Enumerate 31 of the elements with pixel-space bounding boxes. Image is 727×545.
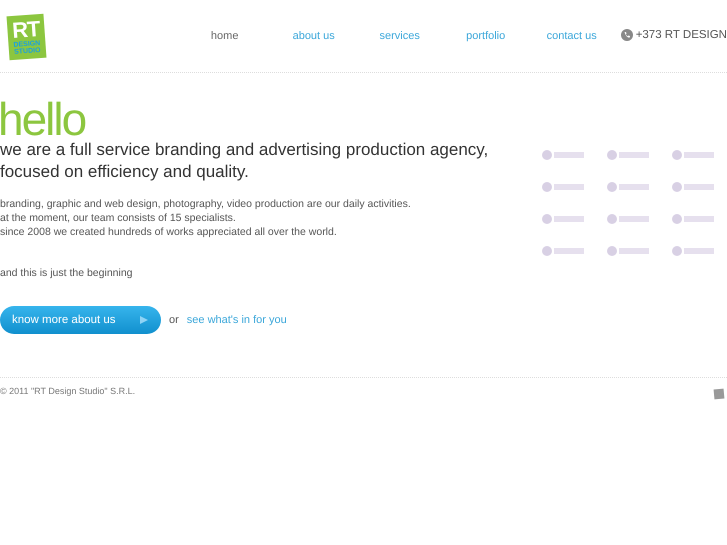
client-logo[interactable] <box>670 212 714 226</box>
client-logo[interactable] <box>540 148 584 162</box>
play-icon <box>139 315 149 325</box>
nav-link[interactable]: about us <box>272 30 355 42</box>
client-logo[interactable] <box>540 244 584 258</box>
client-logo[interactable] <box>540 180 584 194</box>
nav-link[interactable]: services <box>358 30 441 42</box>
client-logo[interactable] <box>540 212 584 226</box>
client-logo[interactable] <box>670 148 714 162</box>
phone-number: +373 RT DESIGN <box>636 29 727 41</box>
logo-icon <box>713 388 725 400</box>
client-logo[interactable] <box>606 148 650 162</box>
greeting-heading: hello <box>0 99 86 139</box>
body-text: since 2008 we created hundreds of works appreciated all over the world. <box>0 225 338 239</box>
copyright-text: © 2011 "RT Design Studio" S.R.L. <box>0 386 136 398</box>
client-logo[interactable] <box>606 180 650 194</box>
nav-link[interactable]: home <box>194 30 255 42</box>
see-more-link[interactable]: see what's in for you <box>186 314 287 326</box>
client-logo[interactable] <box>606 212 650 226</box>
headline: we are a full service branding and advertising production agency, focused on efficiency and quality. <box>0 139 490 183</box>
nav-link[interactable]: portfolio <box>444 30 527 42</box>
phone-icon <box>620 29 633 41</box>
or-text: or <box>169 314 179 326</box>
client-logo[interactable] <box>670 244 714 258</box>
client-logo[interactable] <box>670 180 714 194</box>
body-text: at the moment, our team consists of 15 specialists. <box>0 211 237 225</box>
client-logo[interactable] <box>606 244 650 258</box>
body-text: and this is just the beginning <box>0 267 134 279</box>
nav-link[interactable]: contact us <box>530 30 613 42</box>
know-more-button[interactable]: know more about us <box>0 306 161 334</box>
body-text: branding, graphic and web design, photography, video production are our daily activities. <box>0 197 412 211</box>
